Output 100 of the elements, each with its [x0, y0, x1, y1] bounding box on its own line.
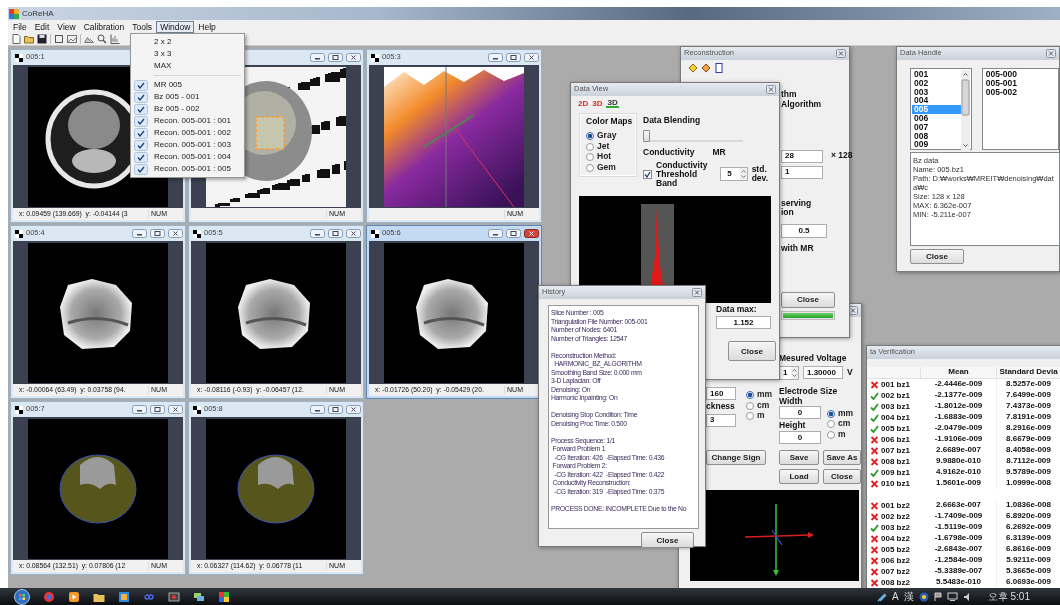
radio-button[interactable] [746, 401, 754, 410]
spin-field[interactable]: 1 [779, 365, 799, 380]
maximize-button[interactable] [506, 53, 521, 62]
menu-item[interactable]: 2 x 2 [132, 36, 243, 48]
push-button[interactable]: Close [781, 291, 835, 308]
menu-item[interactable]: MR 005 [132, 79, 243, 91]
menu-item[interactable]: Help [194, 20, 220, 33]
input-field[interactable]: 28 [781, 149, 823, 163]
view-mode-button[interactable]: 2D [578, 99, 589, 108]
flag-icon[interactable] [933, 591, 942, 602]
radio-button[interactable] [746, 391, 754, 399]
close-button[interactable] [524, 229, 539, 238]
list-item[interactable]: 002 [912, 78, 962, 88]
list-item[interactable]: 004 [912, 96, 962, 106]
input-field[interactable]: 3 [706, 413, 736, 427]
minimize-button[interactable] [488, 229, 503, 238]
ime-indicator[interactable]: A [892, 590, 899, 603]
close-button[interactable] [346, 229, 361, 238]
input-field[interactable]: 0 [779, 431, 821, 445]
menu-item[interactable]: Recon. 005-001 : 002 [132, 127, 243, 139]
radio-button[interactable] [746, 412, 754, 420]
play-icon[interactable] [68, 590, 80, 603]
menu-item[interactable]: Recon. 005-001 : 005 [132, 163, 243, 175]
slider-thumb[interactable] [643, 129, 650, 142]
view-mode-button[interactable]: 3D [592, 99, 603, 108]
close-button[interactable] [168, 405, 183, 414]
search-icon[interactable] [97, 34, 107, 44]
page-icon[interactable] [714, 63, 724, 73]
radio-button[interactable] [827, 409, 835, 418]
push-button[interactable]: Load [779, 469, 819, 485]
clock-text[interactable]: 오후 5:01 [987, 590, 1030, 603]
menu-item[interactable]: File [9, 20, 31, 33]
list-item[interactable]: 001 [912, 70, 962, 79]
minimize-button[interactable] [310, 53, 325, 62]
menu-item[interactable]: Recon. 005-001 : 003 [132, 139, 243, 151]
spin-field[interactable]: 5 [720, 167, 748, 182]
list-item[interactable]: 006 [912, 114, 962, 123]
maximize-button[interactable] [150, 229, 165, 238]
push-button[interactable]: Change Sign [706, 450, 766, 466]
scrollbar[interactable] [960, 70, 970, 150]
grid-icon[interactable] [218, 590, 230, 603]
push-button[interactable]: Close [910, 249, 964, 264]
minimize-button[interactable] [488, 53, 503, 62]
push-button[interactable]: Close [823, 469, 861, 485]
input-field[interactable]: 0.5 [781, 224, 827, 239]
menu-item[interactable]: Recon. 005-001 : 004 [132, 151, 243, 163]
window-icon[interactable] [168, 590, 180, 603]
radio-button[interactable] [586, 132, 594, 140]
radio-button[interactable] [586, 142, 594, 151]
minimize-button[interactable] [310, 405, 325, 414]
chart-icon[interactable] [110, 34, 120, 44]
monitor-icon[interactable] [946, 592, 958, 601]
push-button[interactable]: Save [779, 450, 819, 466]
maximize-button[interactable] [328, 229, 343, 238]
menu-item[interactable]: View [53, 20, 80, 33]
input-field[interactable]: 160 [706, 386, 736, 400]
maximize-button[interactable] [506, 229, 521, 238]
input-field[interactable]: 0 [779, 406, 821, 420]
close-button[interactable] [524, 53, 539, 62]
input-field[interactable]: 1 [781, 165, 823, 179]
close-button[interactable] [168, 229, 183, 238]
menu-item[interactable]: Window [156, 20, 195, 33]
close-button[interactable] [848, 306, 858, 315]
pen-icon[interactable] [877, 591, 888, 602]
input-field[interactable]: 1.152 [716, 316, 771, 330]
list-item[interactable]: 007 [912, 122, 962, 132]
chat-icon[interactable] [193, 590, 205, 603]
menu-item[interactable]: Calibration [79, 20, 129, 33]
maximize-button[interactable] [150, 405, 165, 414]
image-icon[interactable] [67, 34, 77, 44]
spinner-arrows-icon[interactable] [739, 168, 747, 181]
push-button[interactable]: Close [641, 532, 694, 548]
list-item[interactable]: 005-001 [983, 78, 1057, 88]
maximize-button[interactable] [328, 405, 343, 414]
menu-item[interactable]: Tools [128, 20, 157, 33]
view-mode-button[interactable]: 3D [606, 99, 619, 108]
radio-button[interactable] [586, 153, 594, 161]
maximize-button[interactable] [328, 53, 343, 62]
input-field[interactable]: 1.30000 [803, 366, 843, 380]
radio-button[interactable] [586, 163, 594, 172]
close-button[interactable] [346, 53, 361, 62]
slider-track[interactable] [643, 129, 743, 142]
app-icon[interactable] [118, 590, 130, 603]
menu-item[interactable]: 3 x 3 [132, 48, 243, 60]
list-item[interactable]: 009 [912, 140, 962, 150]
menu-item[interactable]: Bz 005 - 002 [132, 103, 243, 115]
close-button[interactable] [346, 405, 361, 414]
round-app-icon[interactable] [43, 590, 55, 603]
menu-item[interactable]: Bz 005 - 001 [132, 91, 243, 103]
ime-indicator[interactable]: 漢 [903, 590, 914, 603]
push-button[interactable]: Close [728, 341, 776, 362]
radio-button[interactable] [827, 420, 835, 429]
push-button[interactable]: Save As [823, 450, 861, 466]
minimize-button[interactable] [132, 405, 147, 414]
list-item[interactable]: 005-002 [983, 87, 1057, 97]
menu-item[interactable]: MAX [132, 60, 243, 72]
checkbox[interactable] [643, 169, 652, 179]
minimize-button[interactable] [310, 229, 325, 238]
list-item[interactable]: 008 [912, 131, 962, 141]
list-item[interactable]: 003 [912, 87, 962, 97]
